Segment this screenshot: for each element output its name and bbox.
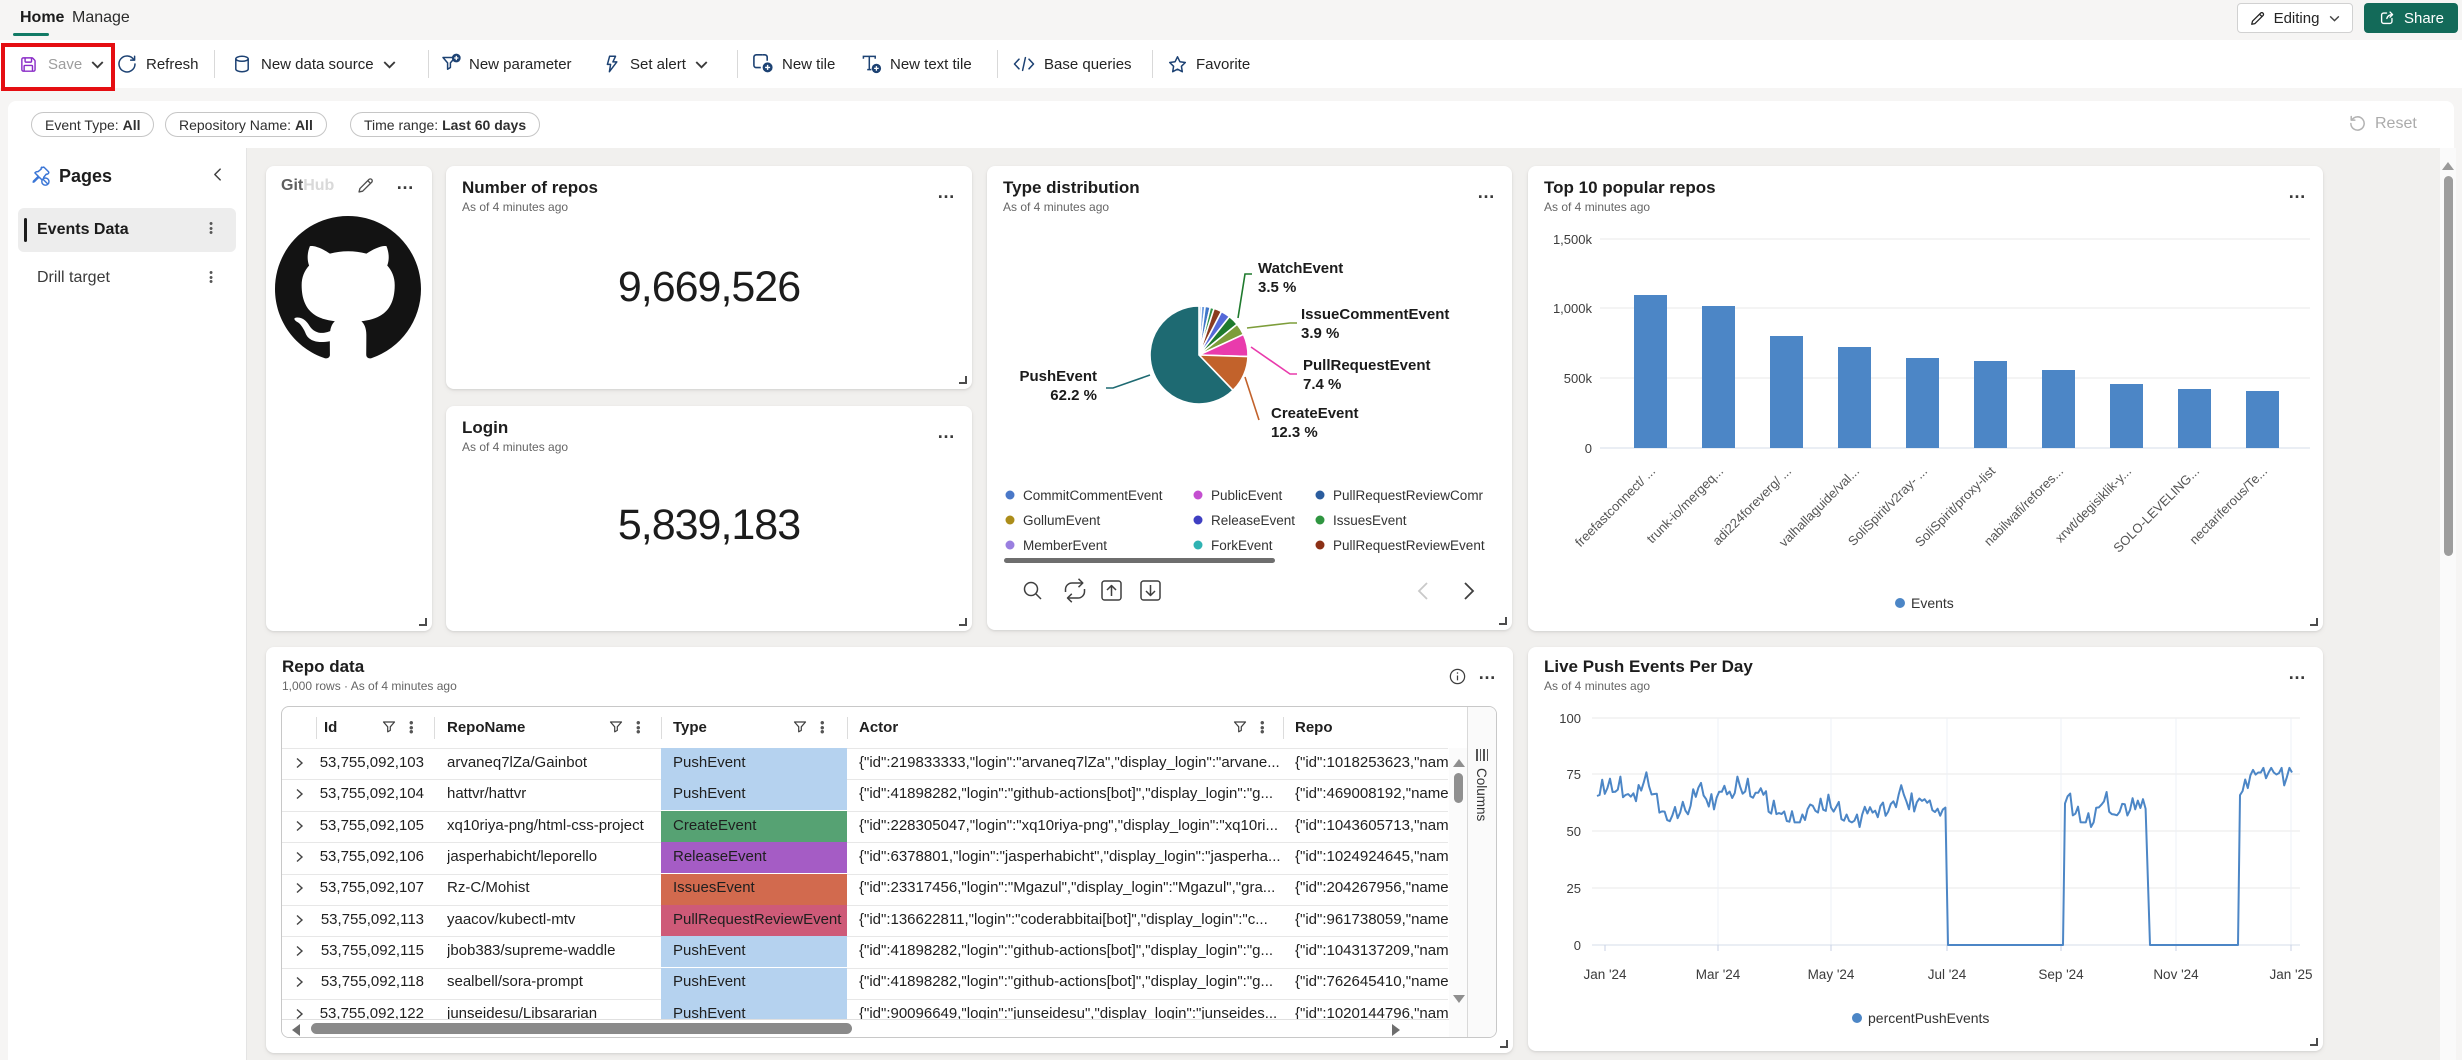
svg-text:50: 50 bbox=[1567, 824, 1581, 839]
svg-text:7.4 %: 7.4 % bbox=[1303, 376, 1341, 393]
svg-text:PullRequestReviewEvent: PullRequestReviewEvent bbox=[1333, 538, 1485, 553]
svg-text:Jul '24: Jul '24 bbox=[1928, 967, 1967, 982]
svg-text:May '24: May '24 bbox=[1808, 967, 1855, 982]
svg-text:500k: 500k bbox=[1564, 371, 1593, 386]
svg-text:1,500k: 1,500k bbox=[1553, 232, 1593, 247]
svg-text:Nov '24: Nov '24 bbox=[2153, 967, 2199, 982]
svg-text:ForkEvent: ForkEvent bbox=[1211, 538, 1273, 553]
svg-text:Mar '24: Mar '24 bbox=[1696, 967, 1741, 982]
svg-text:MemberEvent: MemberEvent bbox=[1023, 538, 1107, 553]
svg-text:Sep '24: Sep '24 bbox=[2038, 967, 2084, 982]
svg-text:IssuesEvent: IssuesEvent bbox=[1333, 513, 1407, 528]
svg-text:75: 75 bbox=[1567, 767, 1581, 782]
svg-text:62.2 %: 62.2 % bbox=[1050, 387, 1097, 404]
svg-text:0: 0 bbox=[1574, 938, 1581, 953]
svg-text:CreateEvent: CreateEvent bbox=[1271, 405, 1359, 422]
svg-text:percentPushEvents: percentPushEvents bbox=[1868, 1010, 1989, 1026]
svg-text:100: 100 bbox=[1559, 711, 1581, 726]
svg-text:GollumEvent: GollumEvent bbox=[1023, 513, 1101, 528]
svg-text:PushEvent: PushEvent bbox=[1019, 368, 1097, 385]
svg-text:3.5 %: 3.5 % bbox=[1258, 279, 1296, 296]
svg-text:PublicEvent: PublicEvent bbox=[1211, 488, 1283, 503]
svg-text:Events: Events bbox=[1911, 595, 1954, 611]
svg-text:PullRequestEvent: PullRequestEvent bbox=[1303, 357, 1431, 374]
svg-text:Jan '25: Jan '25 bbox=[2269, 967, 2312, 982]
svg-text:12.3 %: 12.3 % bbox=[1271, 424, 1318, 441]
svg-text:Jan '24: Jan '24 bbox=[1583, 967, 1627, 982]
svg-text:WatchEvent: WatchEvent bbox=[1258, 260, 1343, 277]
svg-text:1,000k: 1,000k bbox=[1553, 301, 1593, 316]
svg-text:CommitCommentEvent: CommitCommentEvent bbox=[1023, 488, 1163, 503]
svg-text:25: 25 bbox=[1567, 881, 1581, 896]
svg-text:ReleaseEvent: ReleaseEvent bbox=[1211, 513, 1295, 528]
svg-text:3.9 %: 3.9 % bbox=[1301, 325, 1339, 342]
svg-text:0: 0 bbox=[1585, 441, 1592, 456]
svg-text:IssueCommentEvent: IssueCommentEvent bbox=[1301, 306, 1449, 323]
svg-text:PullRequestReviewComr: PullRequestReviewComr bbox=[1333, 488, 1484, 503]
